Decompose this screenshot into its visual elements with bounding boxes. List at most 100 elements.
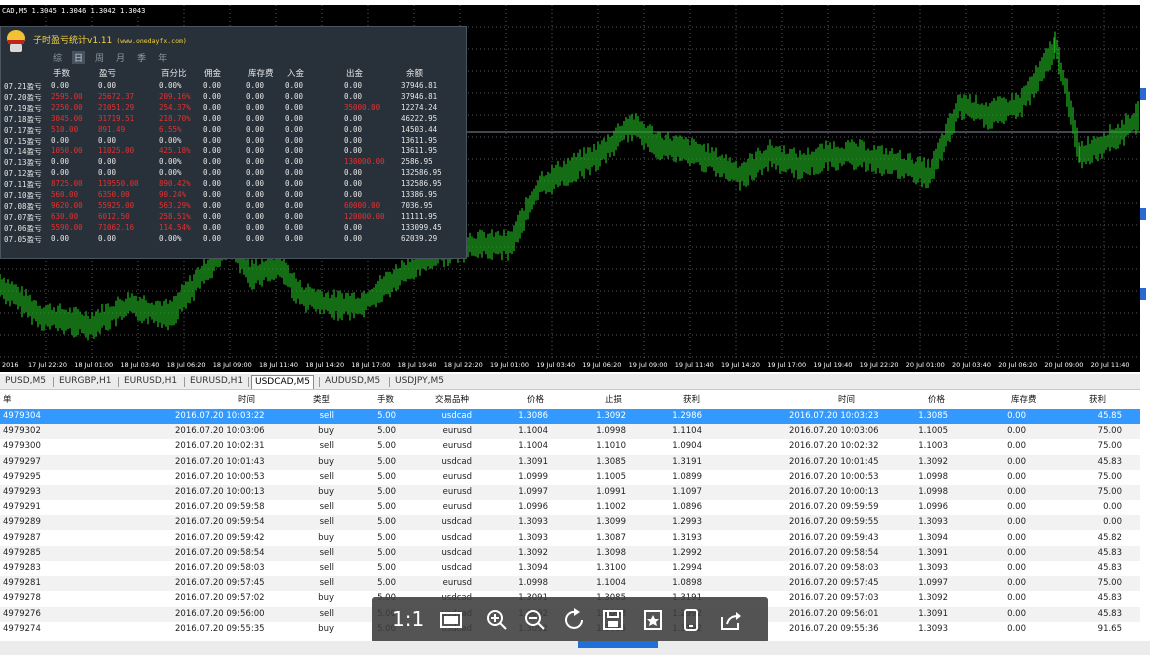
panel-cell-bal: 46222.95: [401, 113, 438, 123]
cell-close-price: 1.0996: [918, 502, 948, 513]
chart-tab[interactable]: PUSD,M5: [2, 375, 49, 388]
time-tick: 19 Jul 09:00: [628, 361, 668, 369]
table-row[interactable]: 4979285 2016.07.20 09:58:54 sell 5.00 usdcad…: [0, 545, 1140, 561]
panel-column-header: 余额: [406, 69, 424, 79]
cell-symbol: usdcad: [441, 517, 473, 528]
panel-cell-pct: 90.24%: [159, 190, 187, 199]
table-row[interactable]: 4979304 2016.07.20 10:03:22 sell 5.00 usdcad…: [0, 409, 1140, 424]
panel-cell-pl: 0.00: [98, 157, 117, 167]
cell-symbol: eurusd: [442, 578, 472, 589]
table-row[interactable]: 4979287 2016.07.20 09:59:42 buy 5.00 usdcad 1…: [0, 531, 1140, 546]
actual-size-button[interactable]: 1:1: [392, 607, 424, 631]
panel-title-text: 子时盈亏统计v1.11: [33, 36, 113, 46]
time-tick: 18 Jul 01:00: [74, 361, 114, 369]
panel-tab[interactable]: 季: [135, 51, 148, 64]
column-header-sl[interactable]: 止损: [605, 393, 622, 407]
chart-tab[interactable]: EURGBP,H1: [56, 375, 114, 388]
column-header-order[interactable]: 单: [3, 393, 12, 407]
cell-profit: 45.83: [1097, 547, 1122, 558]
panel-cell-wd: 0.00: [344, 91, 363, 101]
table-row[interactable]: 4979289 2016.07.20 09:59:54 sell 5.00 usdcad…: [0, 515, 1140, 531]
chart-tab[interactable]: EURUSD,H1: [121, 375, 180, 388]
cell-swap: 0.00: [1007, 471, 1026, 482]
column-header-lots[interactable]: 手数: [377, 393, 394, 407]
zoom-in-icon[interactable]: [484, 607, 510, 633]
table-row[interactable]: 4979297 2016.07.20 10:01:43 buy 5.00 usdcad 1…: [0, 454, 1140, 470]
time-axis: 2016 17 Jul 22:20 18 Jul 01:00 18 Jul 03:40…: [0, 359, 1140, 372]
chart-tab[interactable]: AUDUSD,M5: [322, 375, 383, 388]
column-header-type[interactable]: 类型: [313, 393, 330, 407]
panel-tab[interactable]: 周: [93, 51, 106, 64]
panel-cell-lots: 510.00: [51, 124, 79, 134]
panel-cell-pct: 114.54%: [159, 222, 191, 232]
panel-cell-pct: 254.37%: [159, 102, 191, 112]
column-header-tp[interactable]: 获利: [683, 393, 700, 407]
panel-cell-wd: 0.00: [344, 179, 363, 189]
cell-profit: 0.00: [1103, 517, 1122, 528]
panel-cell-swap: 0.00: [246, 81, 265, 90]
panel-cell-swap: 0.00: [246, 179, 265, 189]
phone-icon[interactable]: [678, 607, 704, 633]
chart-tab[interactable]: USDCAD,M5: [251, 375, 314, 389]
column-header-price[interactable]: 价格: [527, 393, 544, 407]
panel-tab[interactable]: 日: [72, 51, 86, 64]
column-header-swap[interactable]: 库存费: [1011, 393, 1037, 407]
table-row[interactable]: 4979291 2016.07.20 09:59:58 sell 5.00 eurusd…: [0, 500, 1140, 515]
chart-tab[interactable]: USDJPY,M5: [392, 375, 447, 388]
table-row[interactable]: 4979302 2016.07.20 10:03:06 buy 5.00 eurusd 1…: [0, 424, 1140, 440]
panel-tab[interactable]: 年: [156, 51, 169, 64]
column-header-close-price[interactable]: 价格: [928, 393, 945, 407]
panel-cell-pl: 0.00: [98, 135, 117, 145]
cell-close-time: 2016.07.20 09:59:55: [789, 517, 879, 528]
cell-sl: 1.3087: [596, 532, 626, 543]
bookmark-icon[interactable]: [640, 607, 666, 633]
scrollbar-thumb[interactable]: [578, 641, 658, 648]
column-header-profit[interactable]: 获利: [1089, 393, 1106, 407]
panel-cell-pl: 55925.00: [98, 200, 135, 210]
cell-price: 1.0996: [518, 502, 548, 513]
cell-close-price: 1.1005: [918, 426, 948, 437]
cell-swap: 0.00: [1007, 593, 1026, 604]
fit-window-icon[interactable]: [438, 607, 464, 633]
price-chart[interactable]: CAD,M5 1.3045 1.3046 1.3042 1.3043 2016 1…: [0, 5, 1140, 372]
cell-swap: 0.00: [1007, 623, 1026, 634]
table-row[interactable]: 4979281 2016.07.20 09:57:45 sell 5.00 eurusd…: [0, 576, 1140, 592]
panel-cell-pct: 0.00%: [159, 233, 182, 243]
table-row[interactable]: 4979295 2016.07.20 10:00:53 sell 5.00 eurusd…: [0, 470, 1140, 485]
panel-cell-dep: 0.00: [285, 222, 304, 232]
cell-type: sell: [319, 411, 334, 421]
rotate-icon[interactable]: [562, 607, 588, 633]
panel-row: 07.06盈亏 5590.00 71062.16 114.54% 0.00 0.00 0.0…: [1, 223, 466, 234]
cell-sl: 1.3085: [596, 456, 626, 467]
cell-order: 4979300: [3, 441, 41, 452]
column-header-time[interactable]: 时间: [238, 393, 255, 407]
panel-cell-swap: 0.00: [246, 157, 265, 167]
cell-close-price: 1.0998: [918, 487, 948, 497]
cell-tp: 1.2993: [672, 517, 702, 528]
panel-row: 07.19盈亏 2250.00 21051.29 254.37% 0.00 0.00 0.0…: [1, 103, 466, 114]
time-tick: 20 Jul 01:00: [905, 361, 945, 369]
horizontal-scrollbar[interactable]: [0, 641, 1150, 655]
column-header-close-time[interactable]: 时间: [838, 393, 855, 407]
column-header-symbol[interactable]: 交易品种: [435, 393, 469, 407]
table-row[interactable]: 4979293 2016.07.20 10:00:13 buy 5.00 eurusd 1…: [0, 485, 1140, 500]
time-tick: 20 Jul 09:00: [1044, 361, 1084, 369]
table-row[interactable]: 4979300 2016.07.20 10:02:31 sell 5.00 eurusd…: [0, 439, 1140, 454]
save-icon[interactable]: [600, 607, 626, 633]
panel-cell-pct: 6.55%: [159, 124, 182, 134]
tab-separator: [319, 377, 320, 387]
cell-price: 1.3091: [518, 456, 548, 467]
cell-close-time: 2016.07.20 09:59:43: [789, 532, 879, 543]
zoom-out-icon[interactable]: [522, 607, 548, 633]
cell-time: 2016.07.20 09:59:58: [175, 502, 265, 513]
panel-tab[interactable]: 月: [114, 51, 127, 64]
panel-cell-comm: 0.00: [203, 200, 222, 210]
share-icon[interactable]: [718, 607, 744, 633]
chart-tab[interactable]: EURUSD,H1: [187, 375, 246, 388]
panel-tab[interactable]: 综: [51, 51, 64, 64]
cell-tp: 1.0904: [672, 441, 702, 452]
table-row[interactable]: 4979283 2016.07.20 09:58:03 sell 5.00 usdcad…: [0, 561, 1140, 576]
panel-cell-wd: 0.00: [344, 81, 363, 90]
cell-type: sell: [319, 563, 334, 573]
mascot-logo-icon: [7, 30, 25, 52]
